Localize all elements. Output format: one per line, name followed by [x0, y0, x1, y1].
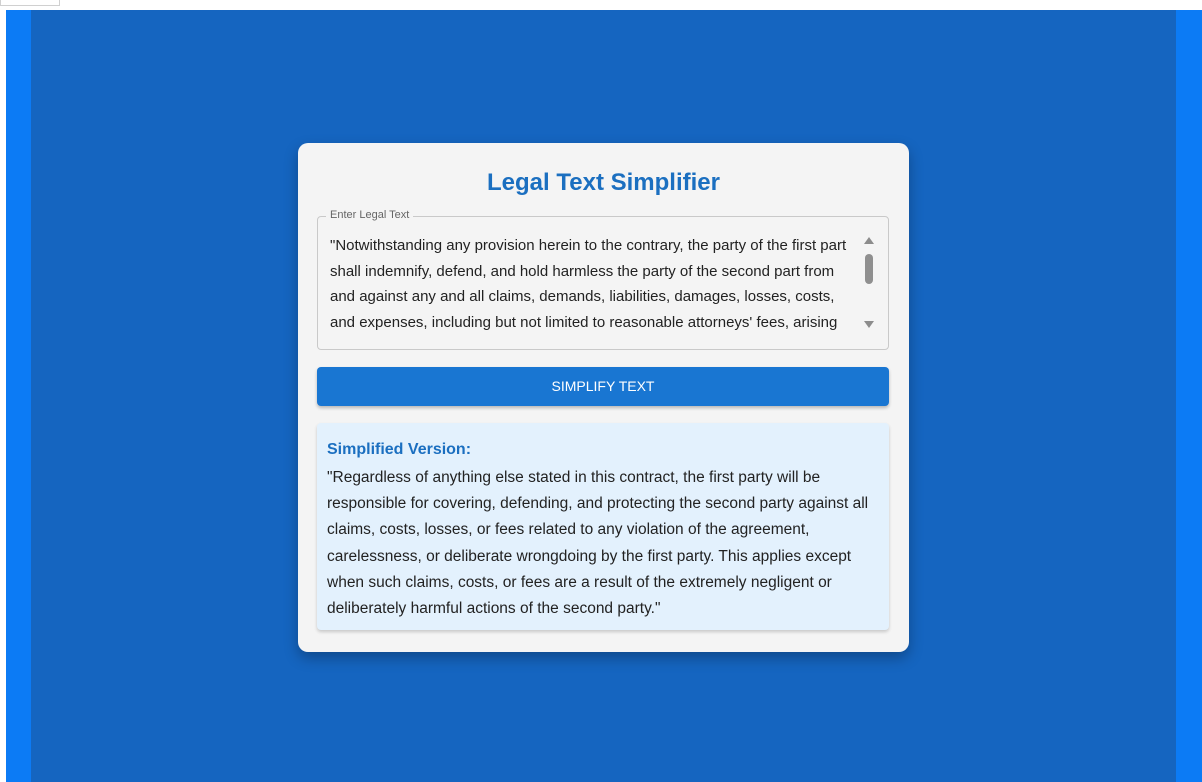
simplified-result-panel: Simplified Version: "Regardless of anyth… — [317, 423, 889, 630]
simplify-text-button[interactable]: SIMPLIFY TEXT — [317, 367, 889, 406]
legal-text-label: Enter Legal Text — [326, 209, 414, 221]
scroll-down-arrow-icon[interactable] — [864, 321, 874, 328]
legal-text-input[interactable]: "Notwithstanding any provision herein to… — [330, 233, 858, 335]
browser-tab-edge — [0, 0, 60, 6]
legal-text-field[interactable]: Enter Legal Text "Notwithstanding any pr… — [317, 209, 889, 350]
scroll-up-arrow-icon[interactable] — [864, 237, 874, 244]
left-edge-strip — [6, 10, 31, 782]
result-title: Simplified Version: — [327, 441, 472, 458]
page-background: Legal Text Simplifier Enter Legal Text "… — [6, 10, 1202, 782]
simplifier-card: Legal Text Simplifier Enter Legal Text "… — [298, 143, 909, 652]
app-title: Legal Text Simplifier — [487, 169, 720, 196]
right-edge-strip — [1176, 10, 1202, 782]
scrollbar-thumb[interactable] — [865, 254, 873, 284]
result-text: "Regardless of anything else stated in t… — [327, 469, 869, 618]
